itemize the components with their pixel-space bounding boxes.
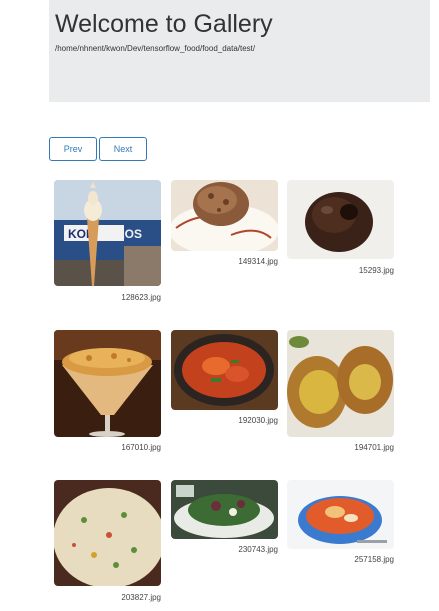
image-filename: 230743.jpg — [238, 545, 278, 554]
page-title: Welcome to Gallery — [55, 10, 273, 38]
fried-rice-photo[interactable] — [54, 480, 161, 586]
stew-skillet-photo[interactable] — [171, 330, 278, 410]
chocolate-donut-photo[interactable] — [287, 180, 394, 259]
next-button[interactable]: Next — [99, 137, 147, 161]
gallery-item[interactable]: 230743.jpg — [171, 480, 278, 557]
directory-path: /home/nhnent/kwon/Dev/tensorflow_food/fo… — [55, 44, 256, 53]
fried-pastries-photo[interactable] — [287, 330, 394, 437]
header-jumbotron: Welcome to Gallery /home/nhnent/kwon/Dev… — [49, 0, 430, 102]
image-filename: 203827.jpg — [121, 593, 161, 602]
crumble-dessert-glass-photo[interactable] — [54, 330, 161, 437]
image-filename: 128623.jpg — [121, 293, 161, 302]
salad-plate-photo[interactable] — [171, 480, 278, 539]
image-filename: 257158.jpg — [354, 555, 394, 564]
gallery-item[interactable]: 257158.jpg — [287, 480, 394, 566]
prev-button[interactable]: Prev — [49, 137, 97, 161]
svg-text:ROS: ROS — [116, 227, 142, 241]
pastry-on-plate-photo[interactable] — [171, 180, 278, 251]
image-filename: 192030.jpg — [238, 416, 278, 425]
gallery-item[interactable]: 15293.jpg — [287, 180, 394, 277]
soup-bowl-photo[interactable] — [287, 480, 394, 549]
gallery-item[interactable]: KOH ROS 128623.jpg — [54, 180, 161, 305]
image-filename: 194701.jpg — [354, 443, 394, 452]
gallery-item[interactable]: 194701.jpg — [287, 330, 394, 455]
image-filename: 149314.jpg — [238, 257, 278, 266]
gallery-item[interactable]: 192030.jpg — [171, 330, 278, 428]
image-filename: 167010.jpg — [121, 443, 161, 452]
gallery-item[interactable]: 167010.jpg — [54, 330, 161, 455]
gallery-item[interactable]: 203827.jpg — [54, 480, 161, 605]
soft-serve-cone-photo[interactable]: KOH ROS — [54, 180, 161, 286]
image-filename: 15293.jpg — [358, 266, 394, 275]
gallery-item[interactable]: 149314.jpg — [171, 180, 278, 269]
